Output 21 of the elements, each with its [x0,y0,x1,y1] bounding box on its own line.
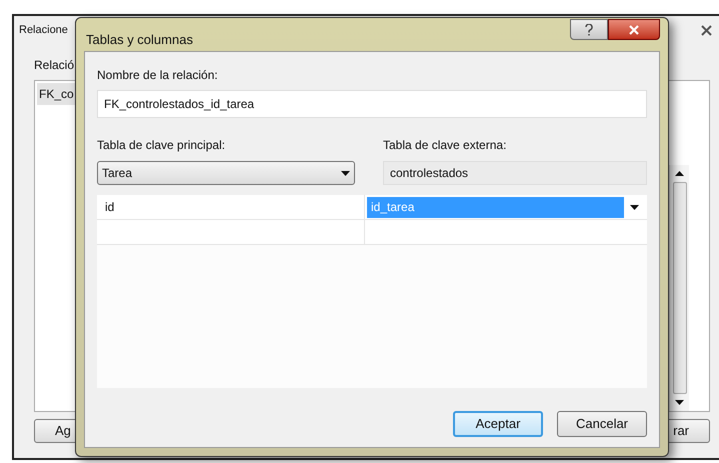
primary-table-dropdown[interactable]: Tarea [97,161,355,185]
field-label: Nombre de la relación: [97,67,219,84]
close-button[interactable] [608,19,660,40]
scroll-up-icon [675,171,684,176]
dialog-button[interactable]: Aceptar [453,411,543,437]
scrollbar-thumb[interactable] [672,182,686,394]
list-label: Relació [34,57,76,74]
window-title: Relacione [19,22,68,38]
field-label: Tabla de clave principal: [97,137,226,154]
dialog-title: Tablas y columnas [86,31,193,49]
foreign-table-field: controlestados [383,161,647,185]
field-label: Tabla de clave externa: [383,137,508,154]
relationship-name-field[interactable]: FK_controlestados_id_tarea [97,90,647,118]
close-icon [628,24,640,34]
dialog-button[interactable]: Cancelar [557,411,647,437]
help-icon [585,24,593,36]
dropdown-caret-icon [341,170,350,176]
dropdown-caret-icon [630,204,639,210]
close-icon[interactable] [701,24,712,36]
scroll-down-icon [675,400,684,405]
help-button[interactable] [570,19,608,40]
